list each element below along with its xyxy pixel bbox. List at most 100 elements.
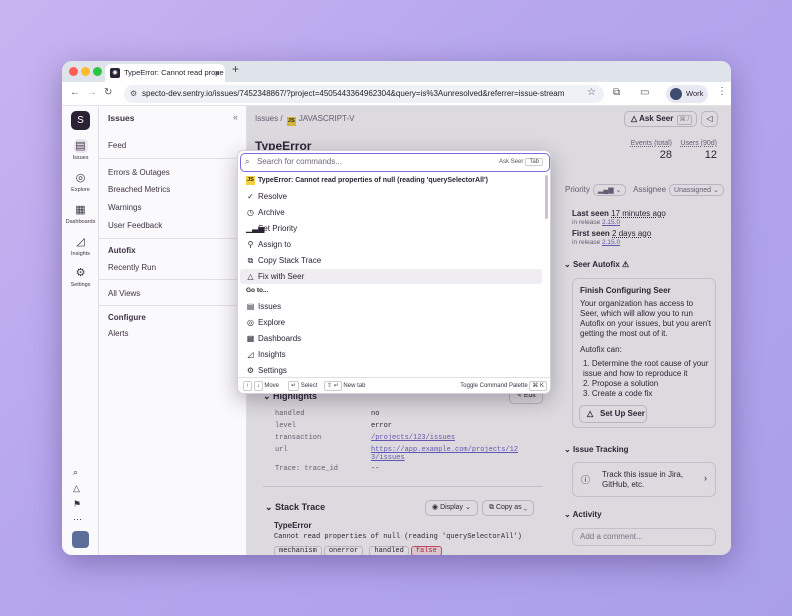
goto-dashboards[interactable]: ▦ Dashboards	[240, 331, 542, 346]
sidebar-item-recently-run[interactable]: Recently Run	[108, 263, 156, 272]
command-set-priority[interactable]: ▁▃▅ Set Priority	[240, 221, 542, 236]
graph-icon: ◿	[76, 236, 85, 248]
command-assign-to[interactable]: ⚲ Assign to	[240, 237, 542, 252]
url-text: specto-dev.sentry.io/issues/7452348867/?…	[142, 89, 565, 98]
close-tab-icon[interactable]: ×	[215, 64, 220, 82]
sidebar-item-alerts[interactable]: Alerts	[108, 329, 128, 338]
dashboard-icon: ▦	[75, 204, 86, 216]
nav-issues-label: Issues	[72, 155, 89, 161]
command-archive[interactable]: ◷ Archive	[240, 205, 542, 220]
issues-icon: ▤	[246, 302, 255, 311]
command-search-input[interactable]: ⌕ Search for commands... Ask Seer Tab	[240, 153, 550, 172]
primary-nav: S ▤ Issues ◎ Explore ▦ Dashboards ◿ Insights…	[62, 106, 99, 555]
bookmark-star-icon[interactable]: ☆	[587, 87, 596, 98]
command-label: Fix with Seer	[258, 272, 305, 281]
command-copy-stack-trace[interactable]: ⧉ Copy Stack Trace	[240, 253, 542, 268]
priority-bars-icon: ▁▃▅	[246, 224, 265, 233]
goto-settings[interactable]: ⚙ Settings	[240, 363, 542, 378]
sidebar-item-warnings[interactable]: Warnings	[108, 203, 142, 212]
forward-arrow-icon[interactable]: →	[87, 87, 97, 98]
sidebar-item-errors-outages[interactable]: Errors & Outages	[108, 168, 170, 177]
divider	[99, 238, 247, 239]
browser-window: ◉ TypeError: Cannot read prope × + ← → ↻…	[62, 61, 731, 555]
graph-icon: ◿	[247, 350, 254, 359]
reload-icon[interactable]: ↻	[104, 87, 112, 98]
copy-icon: ⧉	[247, 256, 254, 265]
nav-explore[interactable]: ◎ Explore	[62, 171, 99, 193]
search-placeholder: Search for commands...	[257, 157, 342, 166]
more-icon[interactable]: ⋯	[73, 514, 82, 525]
new-tab-hint: ⇧ ↵ New tab	[324, 378, 365, 393]
toggle-hint: Toggle Command Palette ⌘ K	[460, 378, 547, 393]
goto-label: Settings	[258, 366, 287, 375]
sidebar-item-user-feedback[interactable]: User Feedback	[108, 221, 162, 230]
issue-context-label: TypeError: Cannot read properties of nul…	[258, 177, 488, 184]
shift-enter-key-icon: ⇧ ↵	[324, 381, 342, 391]
arrow-down-icon: ↓	[253, 381, 263, 391]
whats-new-icon[interactable]: ⚑	[73, 499, 81, 510]
nav-insights-label: Insights	[71, 251, 90, 257]
nav-issues[interactable]: ▤ Issues	[62, 139, 99, 161]
back-arrow-icon[interactable]: ←	[70, 87, 80, 98]
issues-icon: ▤	[73, 139, 88, 153]
tab-title: TypeError: Cannot read prope	[124, 68, 224, 77]
search-icon: ⌕	[245, 157, 250, 166]
search-icon[interactable]: ⌕	[73, 467, 78, 478]
toggle-shortcut: ⌘ K	[529, 381, 547, 391]
sidebar-item-breached-metrics[interactable]: Breached Metrics	[108, 185, 170, 194]
command-label: Copy Stack Trace	[258, 256, 322, 265]
command-label: Archive	[258, 208, 285, 217]
command-resolve[interactable]: ✓ Resolve	[240, 189, 542, 204]
profile-button[interactable]: Work	[666, 85, 708, 103]
command-label: Assign to	[258, 240, 291, 249]
command-label: Resolve	[258, 192, 287, 201]
goto-label: Issues	[258, 302, 282, 311]
goto-label: Insights	[258, 350, 286, 359]
settings-gear-icon: ⚙	[246, 366, 255, 375]
seer-icon[interactable]: △	[73, 483, 80, 494]
media-icon[interactable]: ▭	[640, 87, 649, 98]
nav-settings[interactable]: ⚙ Settings	[62, 266, 99, 288]
sentry-favicon-icon: ◉	[110, 68, 120, 78]
archive-clock-icon: ◷	[247, 208, 254, 217]
select-hint: ↵ Select	[288, 378, 317, 393]
scrollbar[interactable]	[545, 175, 548, 219]
goto-label: Dashboards	[258, 334, 302, 343]
site-info-icon[interactable]: ⚙	[130, 85, 137, 103]
maximize-window-button[interactable]	[93, 67, 102, 76]
extensions-icon[interactable]: ⧉	[613, 87, 620, 98]
issue-context-row[interactable]: JS TypeError: Cannot read properties of n…	[240, 173, 542, 188]
command-fix-with-seer[interactable]: △ Fix with Seer	[240, 269, 542, 284]
sidebar-group-autofix[interactable]: Autofix	[108, 246, 136, 255]
kebab-menu-icon[interactable]: ⋮	[717, 86, 727, 97]
ask-seer-hint[interactable]: Ask Seer Tab	[499, 154, 543, 170]
goto-issues[interactable]: ▤ Issues	[240, 299, 542, 314]
collapse-icon[interactable]: «	[233, 112, 238, 122]
nav-insights[interactable]: ◿ Insights	[62, 235, 99, 257]
goto-explore[interactable]: ◎ Explore	[240, 315, 542, 330]
goto-group-label: Go to...	[246, 287, 269, 294]
toggle-label: Toggle Command Palette	[460, 383, 528, 389]
sidebar-item-all-views[interactable]: All Views	[108, 289, 140, 298]
nav-explore-label: Explore	[71, 187, 90, 193]
compass-icon: ◎	[247, 318, 254, 327]
close-window-button[interactable]	[69, 67, 78, 76]
browser-tab[interactable]: ◉ TypeError: Cannot read prope ×	[105, 64, 225, 82]
sentry-logo[interactable]: S	[71, 111, 90, 130]
divider	[99, 279, 247, 280]
new-tab-icon[interactable]: +	[232, 62, 239, 76]
user-avatar[interactable]	[72, 531, 89, 548]
ask-seer-hint-label: Ask Seer	[498, 159, 524, 165]
minimize-window-button[interactable]	[81, 67, 90, 76]
goto-insights[interactable]: ◿ Insights	[240, 347, 542, 362]
seer-icon: △	[247, 272, 254, 281]
user-icon: ⚲	[247, 240, 254, 249]
javascript-icon: JS	[246, 176, 255, 185]
profile-avatar	[670, 88, 682, 100]
nav-dashboards[interactable]: ▦ Dashboards	[62, 203, 99, 225]
sidebar-item-feed[interactable]: Feed	[108, 141, 126, 150]
move-label: Move	[264, 383, 280, 389]
address-bar[interactable]: ⚙ specto-dev.sentry.io/issues/7452348867…	[124, 85, 604, 103]
settings-gear-icon: ⚙	[75, 267, 86, 279]
arrow-up-icon: ↑	[243, 381, 252, 391]
